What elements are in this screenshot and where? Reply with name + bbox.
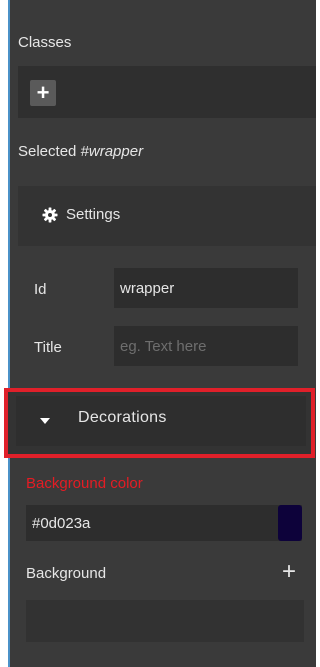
selected-label: Selected #wrapper: [18, 143, 143, 160]
id-input[interactable]: [114, 268, 298, 308]
background-layers-list: [26, 600, 304, 642]
id-label: Id: [34, 281, 47, 298]
color-swatch[interactable]: [278, 505, 302, 541]
caret-down-icon: [40, 418, 50, 424]
title-label: Title: [34, 339, 62, 356]
background-color-input[interactable]: [26, 505, 302, 541]
add-class-button[interactable]: +: [30, 80, 56, 106]
panel-left-border: [8, 0, 10, 667]
classes-bar: [18, 66, 316, 118]
left-gutter: [0, 0, 8, 667]
settings-title[interactable]: Settings: [42, 206, 120, 223]
settings-title-label: Settings: [66, 206, 121, 223]
title-input[interactable]: [114, 326, 298, 366]
style-manager-panel: Classes + Selected #wrapper Settings Id: [0, 0, 316, 667]
decorations-title[interactable]: Decorations: [78, 409, 167, 427]
selected-target: #wrapper: [80, 143, 144, 160]
background-color-label: Background color: [26, 475, 143, 492]
background-label: Background: [26, 565, 107, 582]
add-background-button[interactable]: +: [278, 560, 300, 586]
gear-icon: [42, 207, 58, 222]
selected-prefix: Selected: [18, 143, 81, 160]
classes-heading: Classes: [18, 34, 72, 51]
